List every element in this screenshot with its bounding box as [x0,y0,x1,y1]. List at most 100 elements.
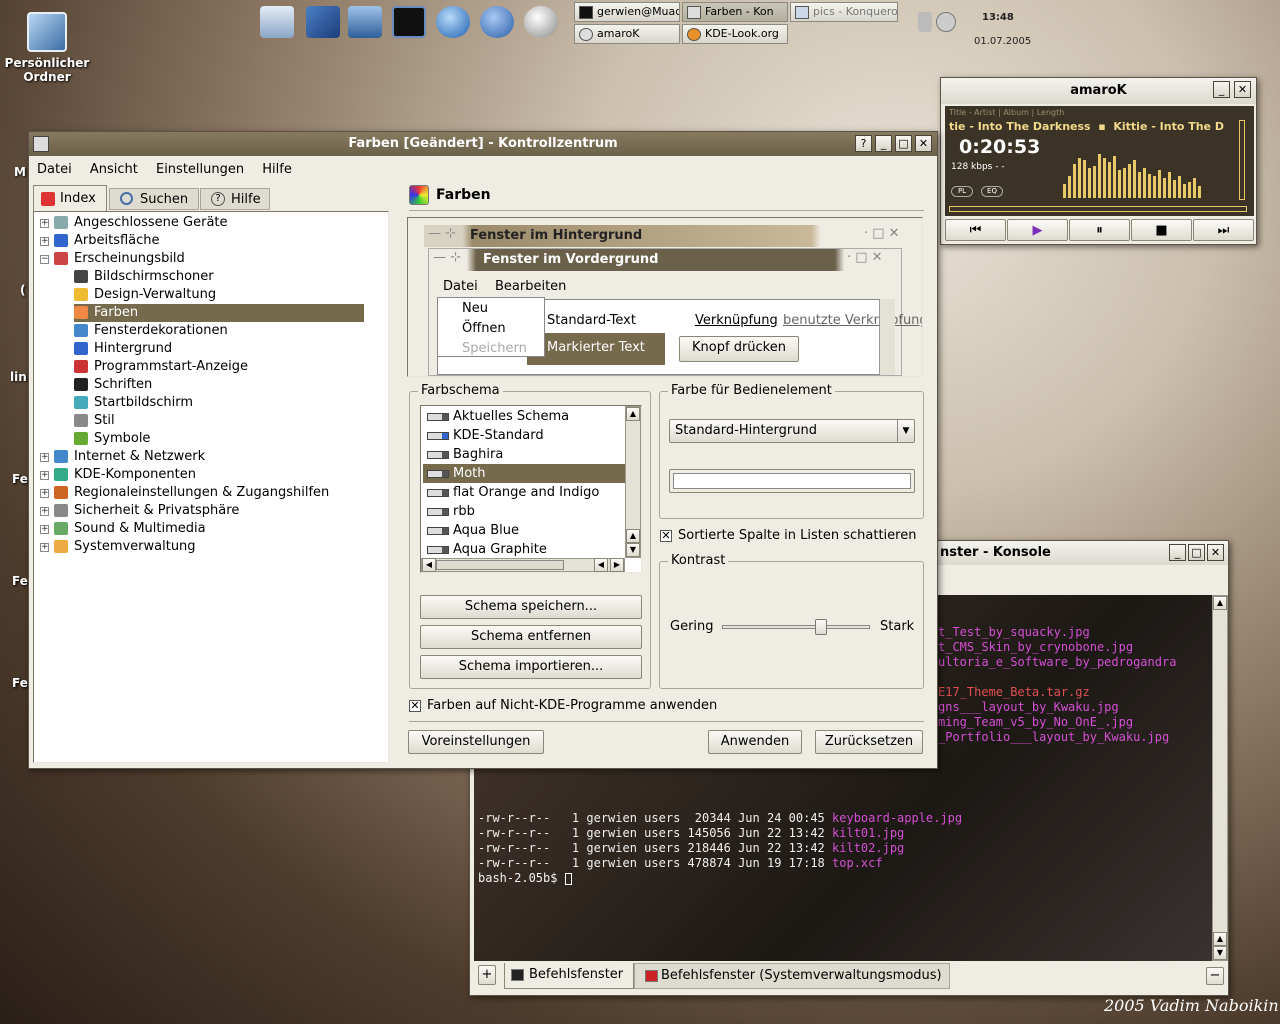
minimize-button[interactable]: _ [875,135,892,152]
scheme-item[interactable]: Aktuelles Schema [423,407,625,426]
close-icon[interactable]: ✕ [1234,81,1251,98]
tree-item[interactable]: Angeschlossene Geräte [54,214,228,232]
position-slider[interactable] [949,206,1247,212]
tree-item[interactable]: Arbeitsfläche [54,232,160,250]
tree-item[interactable]: Sicherheit & Privatsphäre [54,502,239,520]
tab-befehlsfenster[interactable]: Befehlsfenster [504,963,634,989]
desktop-icon-partial[interactable]: ( [20,283,25,297]
tree-item[interactable]: Sound & Multimedia [54,520,206,538]
amarok-titlebar[interactable]: amaroK _ ✕ [941,78,1256,104]
scheme-item[interactable]: flat Orange and Indigo [423,483,625,502]
konsole-scrollbar[interactable]: ▲ ▲ ▼ [1212,595,1228,961]
pause-button[interactable]: ⏸ [1069,219,1130,241]
defaults-button[interactable]: Voreinstellungen [408,730,544,754]
tree-item[interactable]: KDE-Komponenten [54,466,196,484]
menu-hilfe[interactable]: Hilfe [262,162,292,177]
apply-button[interactable]: Anwenden [708,730,802,754]
konqueror-icon[interactable] [436,6,470,38]
tree-item[interactable]: Design-Verwaltung [74,286,216,304]
new-tab-button[interactable]: + [478,965,496,985]
close-tab-button[interactable]: − [1206,967,1224,985]
previous-button[interactable]: ⏮ [945,219,1006,241]
tab-hilfe[interactable]: ? Hilfe [200,188,270,210]
scheme-hscrollbar[interactable]: ◀ ◀ ▶ [421,558,625,572]
maximize-button[interactable]: □ [895,135,912,152]
close-icon[interactable]: ✕ [1207,544,1224,561]
expand-toggle[interactable]: + [40,453,49,462]
minimize-button[interactable]: _ [1169,544,1186,561]
desktop-icon-home[interactable]: Persönlicher Ordner [2,12,92,84]
widget-select[interactable]: Standard-Hintergrund ▼ [669,419,915,443]
scheme-list[interactable]: Aktuelles Schema KDE-Standard Baghira Moth f… [420,405,642,573]
tree-item[interactable]: Symbole [74,430,150,448]
task-kde-look[interactable]: KDE-Look.org [682,24,788,44]
expand-toggle[interactable]: + [40,543,49,552]
desktop-icon-partial[interactable]: lin [10,370,27,384]
tree-item[interactable]: Internet & Netzwerk [54,448,205,466]
apply-nonkde-checkbox[interactable]: ✕ [409,700,421,712]
equalizer-button[interactable]: EQ [981,186,1003,197]
konsole-prompt[interactable]: bash-2.05b$ [478,871,572,885]
expand-toggle[interactable]: + [40,507,49,516]
desktop-icon-partial[interactable]: Fe [12,676,28,690]
tree-item[interactable]: Systemverwaltung [54,538,196,556]
kcontrol-titlebar[interactable]: Farben [Geändert] - Kontrollzentrum ? _ … [29,132,937,156]
tree-item[interactable]: Hintergrund [74,340,172,358]
clock-date[interactable]: 01.07.2005 [974,36,1031,47]
menu-datei[interactable]: Datei [37,162,72,177]
menu-einstellungen[interactable]: Einstellungen [156,162,244,177]
scheme-item[interactable]: Aqua Blue [423,521,625,540]
tree-item[interactable]: Startbildschirm [74,394,193,412]
desktop-icon-partial[interactable]: Fe [12,574,28,588]
tree-item[interactable]: Programmstart-Anzeige [74,358,248,376]
clock-time[interactable]: 13:48 [982,12,1014,23]
desktop-icon-partial[interactable]: M [14,165,26,179]
tab-index[interactable]: Index [33,185,107,211]
color-button[interactable] [669,469,915,493]
help-button[interactable]: ? [855,135,872,152]
playlist-button[interactable]: PL [951,186,973,197]
scheme-item[interactable]: KDE-Standard [423,426,625,445]
sphere-icon[interactable] [524,6,558,38]
speaker-icon[interactable] [918,12,932,32]
maximize-button[interactable]: □ [1188,544,1205,561]
monitor-icon[interactable] [348,6,382,38]
scheme-scrollbar[interactable]: ▲ ▲ ▼ [625,406,641,558]
play-button[interactable]: ▶ [1007,219,1068,241]
thunderbird-icon[interactable] [480,6,514,38]
tab-befehlsfenster-admin[interactable]: Befehlsfenster (Systemverwaltungsmodus) [634,963,950,989]
import-scheme-button[interactable]: Schema importieren... [420,655,642,679]
tree-item[interactable]: Farben [74,304,364,322]
klipper-icon[interactable] [936,12,956,32]
reset-button[interactable]: Zurücksetzen [815,730,923,754]
task-kcontrol[interactable]: Farben - Kon [682,2,788,22]
task-amarok[interactable]: amaroK [574,24,680,44]
task-konsole[interactable]: gerwien@MuadD [574,2,680,22]
expand-toggle[interactable]: + [40,489,49,498]
stop-button[interactable]: ■ [1131,219,1192,241]
task-konqueror[interactable]: pics - Konqueror [790,2,898,22]
close-icon[interactable]: ✕ [915,135,932,152]
desktop-icon-partial[interactable]: Fe [12,472,28,486]
terminal-icon[interactable] [392,6,426,38]
tree-item[interactable]: Fensterdekorationen [74,322,228,340]
expand-toggle[interactable]: + [40,237,49,246]
tree-item[interactable]: Erscheinungsbild [54,250,185,268]
next-button[interactable]: ⏭ [1193,219,1254,241]
tree-item[interactable]: Bildschirmschoner [74,268,214,286]
tab-suchen[interactable]: Suchen [109,188,199,210]
contrast-slider-handle[interactable] [815,619,828,635]
desktop-icon[interactable] [306,6,340,38]
minimize-button[interactable]: _ [1213,81,1230,98]
shade-checkbox[interactable]: ✕ [660,530,672,542]
kate-icon[interactable] [260,6,294,38]
expand-toggle[interactable]: + [40,219,49,228]
save-scheme-button[interactable]: Schema speichern... [420,595,642,619]
scheme-item[interactable]: Aqua Graphite [423,540,625,559]
expand-toggle[interactable]: − [40,255,49,264]
tree-item[interactable]: Schriften [74,376,152,394]
scheme-item[interactable]: rbb [423,502,625,521]
color-preview[interactable]: — ⊹ Fenster im Hintergrund · □ ✕ — ⊹ Fen… [407,217,923,377]
tree-item[interactable]: Regionaleinstellungen & Zugangshilfen [54,484,329,502]
scheme-item[interactable]: Moth [423,464,625,483]
